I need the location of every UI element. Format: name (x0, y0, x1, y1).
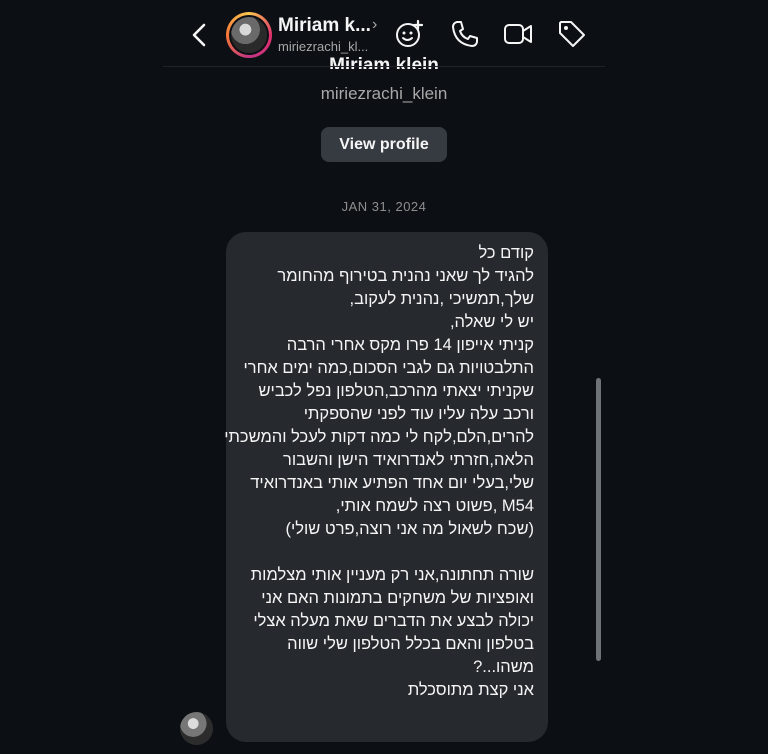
chevron-right-icon[interactable]: › (372, 16, 377, 34)
date-separator: JAN 31, 2024 (341, 199, 427, 214)
avatar-photo (231, 17, 267, 53)
message-text: קודם כל להגיד לך שאני נהנית בטירוף מהחומ… (224, 244, 534, 699)
contact-name[interactable]: Miriam k... (278, 15, 371, 37)
tag-icon[interactable] (557, 19, 587, 49)
scrollbar[interactable] (596, 378, 601, 661)
video-call-icon[interactable] (503, 19, 533, 49)
header-divider (163, 66, 605, 67)
sender-avatar[interactable] (180, 712, 213, 745)
view-profile-button[interactable]: View profile (321, 127, 447, 162)
message-bubble[interactable]: קודם כל להגיד לך שאני נהנית בטירוף מהחומ… (224, 232, 548, 742)
effects-icon[interactable] (394, 19, 424, 49)
back-chevron-icon[interactable] (186, 20, 214, 50)
contact-handle[interactable]: miriezrachi_kl... (278, 39, 368, 54)
profile-handle: miriezrachi_klein (320, 84, 448, 103)
phone-icon[interactable] (450, 19, 480, 49)
avatar[interactable] (226, 12, 272, 58)
